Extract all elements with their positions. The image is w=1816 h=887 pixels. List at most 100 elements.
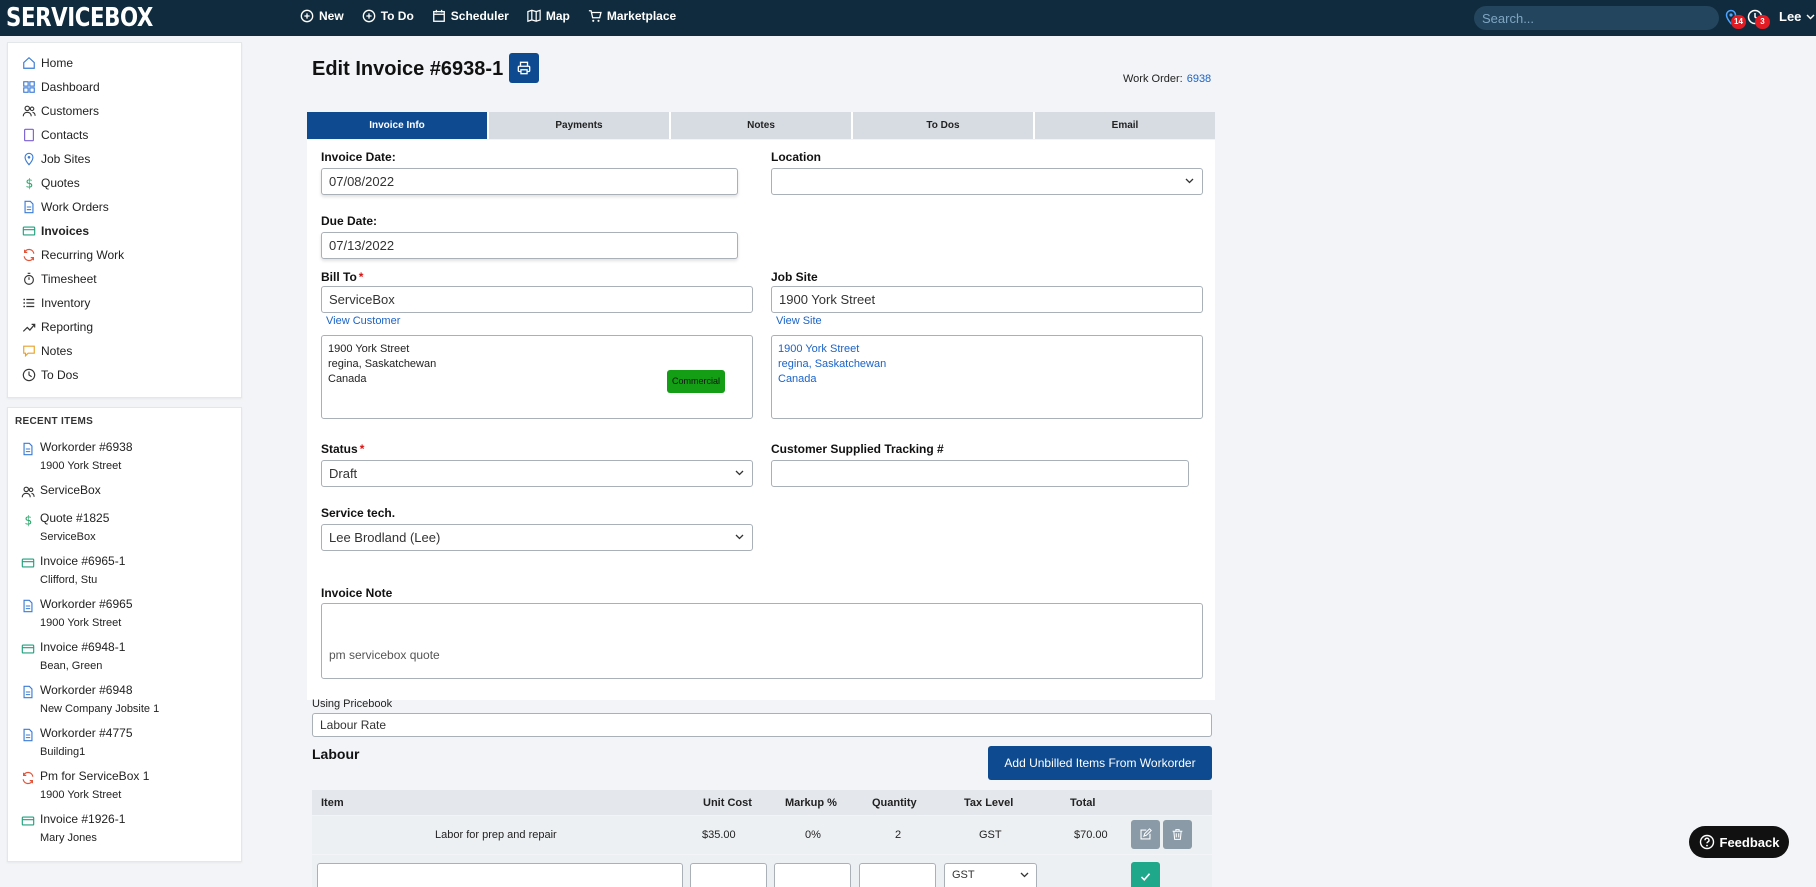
dashboard-icon — [23, 81, 35, 93]
sidebar-item-contacts[interactable]: Contacts — [8, 123, 241, 147]
service-tech-select[interactable]: Lee Brodland (Lee) — [321, 524, 753, 551]
dollar-icon: $ — [25, 513, 33, 527]
recent-item[interactable]: Workorder #6948 New Company Jobsite 1 — [8, 679, 241, 722]
recent-items-title: RECENT ITEMS — [15, 416, 94, 427]
invoice-date-field[interactable]: 07/08/2022 — [321, 168, 738, 195]
work-order-label: Work Order: — [1123, 73, 1183, 85]
location-count-badge: 14 — [1731, 15, 1746, 29]
trash-icon — [1172, 829, 1183, 840]
required-marker: * — [358, 270, 364, 284]
tab-to-dos[interactable]: To Dos — [853, 112, 1035, 139]
view-customer-link[interactable]: View Customer — [326, 315, 400, 327]
new-button[interactable]: New — [300, 9, 344, 23]
location-select[interactable] — [771, 168, 1203, 195]
sidebar-item-home[interactable]: Home — [8, 51, 241, 75]
sidebar-item-label: Job Sites — [41, 152, 91, 166]
add-unbilled-items-button[interactable]: Add Unbilled Items From Workorder — [988, 746, 1212, 780]
map-button[interactable]: Map — [527, 9, 570, 23]
sidebar-item-invoices[interactable]: Invoices — [8, 219, 241, 243]
work-order-reference: Work Order: 6938 — [1123, 73, 1211, 85]
invoice-note-text: pm servicebox quote — [329, 648, 440, 662]
recent-item[interactable]: Workorder #6965 1900 York Street — [8, 593, 241, 636]
feedback-label: Feedback — [1719, 834, 1780, 850]
new-unit-cost-input[interactable] — [690, 863, 767, 887]
document-icon — [24, 200, 34, 214]
users-icon — [21, 486, 35, 498]
commercial-badge: Commercial — [667, 370, 726, 393]
tracking-label: Customer Supplied Tracking # — [771, 442, 944, 456]
recent-item[interactable]: Invoice #6965-1 Clifford, Stu — [8, 550, 241, 593]
new-markup-input[interactable] — [774, 863, 851, 887]
sidebar-item-label: Work Orders — [41, 200, 109, 214]
tab-invoice-info[interactable]: Invoice Info — [307, 112, 489, 139]
plus-circle-icon — [362, 9, 376, 23]
recent-item[interactable]: $ Quote #1825 ServiceBox — [8, 507, 241, 550]
column-header-total: Total — [1070, 796, 1096, 809]
document-icon — [23, 728, 33, 742]
edit-row-button[interactable] — [1131, 820, 1160, 849]
confirm-row-button[interactable] — [1131, 862, 1160, 887]
user-menu[interactable]: Lee — [1779, 9, 1815, 24]
sidebar-item-recurring-work[interactable]: Recurring Work — [8, 243, 241, 267]
job-site-field[interactable]: 1900 York Street — [771, 286, 1203, 313]
status-select[interactable]: Draft — [321, 460, 753, 487]
invoice-note-field[interactable]: pm servicebox quote — [321, 603, 1203, 679]
chevron-down-icon — [1020, 872, 1029, 878]
trend-icon — [22, 323, 36, 332]
pricebook-field[interactable]: Labour Rate — [312, 713, 1212, 737]
search-input[interactable] — [1474, 6, 1719, 30]
sidebar-item-notes[interactable]: Notes — [8, 339, 241, 363]
recent-item[interactable]: Workorder #4775 Building1 — [8, 722, 241, 765]
bill-to-field[interactable]: ServiceBox — [321, 286, 753, 313]
recent-item[interactable]: Invoice #1926-1 Mary Jones — [8, 808, 241, 851]
recent-item-subtitle: ServiceBox — [40, 531, 96, 543]
sidebar-item-dashboard[interactable]: Dashboard — [8, 75, 241, 99]
job-site-address[interactable]: 1900 York Street regina, Saskatchewan Ca… — [771, 335, 1203, 419]
sidebar-item-to-dos[interactable]: To Dos — [8, 363, 241, 387]
app-logo[interactable]: SERVICEBOX — [6, 3, 153, 33]
status-value: Draft — [329, 466, 358, 481]
recent-item[interactable]: Invoice #6948-1 Bean, Green — [8, 636, 241, 679]
delete-row-button[interactable] — [1163, 820, 1192, 849]
sidebar-item-reporting[interactable]: Reporting — [8, 315, 241, 339]
map-label: Map — [545, 9, 570, 23]
service-tech-label: Service tech. — [321, 506, 396, 520]
recent-item[interactable]: Pm for ServiceBox 1 1900 York Street — [8, 765, 241, 808]
work-order-link[interactable]: 6938 — [1187, 73, 1211, 85]
check-icon — [1140, 873, 1151, 881]
sidebar-item-inventory[interactable]: Inventory — [8, 291, 241, 315]
recent-item[interactable]: ServiceBox — [8, 479, 241, 507]
recent-item[interactable]: Workorder #6938 1900 York Street — [8, 436, 241, 479]
sidebar-item-timesheet[interactable]: Timesheet — [8, 267, 241, 291]
view-site-link[interactable]: View Site — [776, 315, 822, 327]
sidebar-item-quotes[interactable]: $ Quotes — [8, 171, 241, 195]
contact-icon — [24, 128, 34, 142]
sidebar-item-work-orders[interactable]: Work Orders — [8, 195, 241, 219]
tab-notes[interactable]: Notes — [671, 112, 853, 139]
print-button[interactable] — [509, 53, 539, 83]
recurring-icon — [23, 248, 35, 262]
tracking-field[interactable] — [771, 460, 1189, 487]
dollar-icon: $ — [26, 176, 34, 190]
todo-button[interactable]: To Do — [362, 9, 414, 23]
location-label: Location — [771, 150, 821, 164]
due-date-field[interactable]: 07/13/2022 — [321, 232, 738, 259]
cart-icon — [588, 10, 602, 22]
marketplace-button[interactable]: Marketplace — [588, 9, 676, 23]
new-tax-level-select[interactable]: GST — [944, 863, 1037, 887]
tab-email[interactable]: Email — [1035, 112, 1215, 139]
top-nav: New To Do Scheduler Map Marketplace — [300, 0, 676, 32]
home-icon — [23, 56, 35, 69]
recent-item-title: Invoice #6965-1 — [40, 554, 126, 568]
new-quantity-input[interactable] — [859, 863, 936, 887]
recent-item-title: Workorder #6948 — [40, 683, 133, 697]
feedback-button[interactable]: Feedback — [1689, 826, 1789, 858]
sidebar-item-job-sites[interactable]: Job Sites — [8, 147, 241, 171]
tab-payments[interactable]: Payments — [489, 112, 671, 139]
column-header-item: Item — [321, 796, 344, 809]
sidebar-item-label: Customers — [41, 104, 100, 118]
sidebar-item-customers[interactable]: Customers — [8, 99, 241, 123]
scheduler-button[interactable]: Scheduler — [432, 9, 509, 23]
new-item-input[interactable] — [317, 863, 683, 887]
column-header-unit-cost: Unit Cost — [703, 796, 752, 809]
